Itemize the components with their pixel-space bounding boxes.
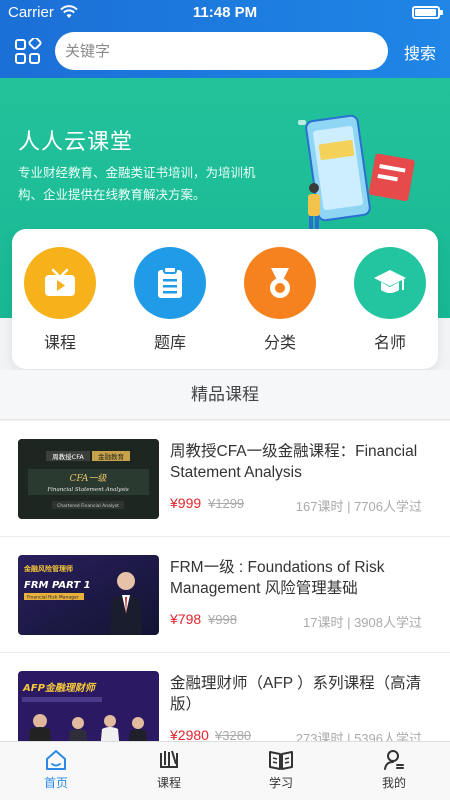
apps-grid-icon[interactable]: [14, 38, 42, 66]
battery-icon: [412, 6, 443, 19]
thumb-tag-left: 周教授CFA: [52, 452, 84, 461]
medal-icon: [244, 247, 316, 319]
course-title: 金融理财师（AFP ）系列课程（高清版）: [170, 675, 422, 713]
top-bar: Carrier 11:48 PM 搜索: [0, 0, 450, 78]
status-bar: Carrier 11:48 PM: [0, 0, 450, 24]
course-meta: 17课时 | 3908人学过: [303, 615, 422, 630]
thumb-tag-right: 金融教育: [98, 452, 125, 461]
course-title: 周教授CFA一级金融课程：Financial Statement Analysi…: [170, 443, 418, 481]
tab-mine[interactable]: 我的: [349, 748, 439, 791]
course-original-price: ¥3280: [215, 728, 252, 741]
course-item[interactable]: 周教授CFA 金融教育 CFA一级 Financial Statement An…: [0, 421, 450, 537]
banner-description: 专业财经教育、金融类证书培训，为培训机构、企业提供在线教育解决方案。: [18, 165, 256, 202]
category-label: 题库: [153, 333, 186, 352]
category-classification[interactable]: 分类: [240, 247, 320, 353]
home-icon: [46, 750, 66, 770]
bottom-tab-bar: 首页 课程 学习 我的: [0, 741, 450, 800]
course-price: ¥798: [170, 611, 202, 627]
search-box[interactable]: [55, 32, 388, 70]
course-meta: 273课时 | 5396人学过: [295, 731, 422, 741]
thumb-headline: FRM PART 1: [24, 580, 91, 591]
tab-label: 学习: [268, 776, 293, 790]
graduation-cap-icon: [354, 247, 426, 319]
user-icon: [384, 750, 404, 770]
course-thumbnail: 周教授CFA 金融教育 CFA一级 Financial Statement An…: [18, 439, 159, 519]
course-title: FRM一级 : Foundations of Risk Management 风…: [170, 559, 385, 597]
course-thumbnail: 金融风险管理师 FRM PART 1 Financial Risk Manage…: [18, 555, 159, 635]
tab-label: 首页: [43, 776, 68, 790]
tab-label: 我的: [381, 776, 406, 790]
course-price: ¥2980: [170, 727, 209, 741]
course-original-price: ¥1299: [208, 496, 245, 511]
thumb-subtitle: Financial Risk Manager: [27, 595, 79, 601]
category-label: 课程: [43, 333, 76, 352]
category-label: 名师: [373, 333, 406, 352]
search-input[interactable]: [65, 42, 365, 60]
tab-study[interactable]: 学习: [236, 748, 326, 791]
open-book-icon: [269, 751, 293, 770]
course-meta: 167课时 | 7706人学过: [295, 499, 422, 514]
thumb-headline: CFA一级: [70, 473, 108, 484]
section-title: 精品课程: [0, 370, 450, 420]
course-list: 周教授CFA 金融教育 CFA一级 Financial Statement An…: [0, 421, 450, 741]
tab-courses[interactable]: 课程: [124, 748, 214, 791]
banner-title: 人人云课堂: [18, 130, 134, 155]
phone-illustration-icon: [298, 114, 415, 238]
clipboard-icon: [134, 247, 206, 319]
category-label: 分类: [263, 333, 296, 352]
category-question-bank[interactable]: 题库: [130, 247, 210, 353]
tab-home[interactable]: 首页: [11, 748, 101, 791]
course-original-price: ¥998: [208, 612, 237, 627]
category-card: 课程 题库 分类 名师: [12, 229, 438, 369]
thumb-footer: Chartered Financial Analyst: [57, 503, 119, 509]
thumb-subtitle: Financial Statement Analysis: [46, 487, 128, 493]
category-teachers[interactable]: 名师: [350, 247, 430, 353]
book-icon: [160, 750, 178, 768]
tab-label: 课程: [156, 776, 181, 790]
thumb-headline: AFP金融理财师: [22, 682, 97, 694]
course-item[interactable]: AFP金融理财师 金融理财师（AFP ）系列课程（高清版） ¥2980 ¥328…: [0, 653, 450, 741]
tv-play-icon: [24, 247, 96, 319]
thumb-tag: 金融风险管理师: [23, 564, 73, 573]
course-thumbnail: AFP金融理财师: [18, 671, 159, 741]
course-price: ¥999: [170, 495, 202, 511]
status-time: 11:48 PM: [192, 4, 258, 21]
category-courses[interactable]: 课程: [20, 247, 100, 353]
course-item[interactable]: 金融风险管理师 FRM PART 1 Financial Risk Manage…: [0, 537, 450, 653]
search-button[interactable]: 搜索: [404, 40, 436, 64]
